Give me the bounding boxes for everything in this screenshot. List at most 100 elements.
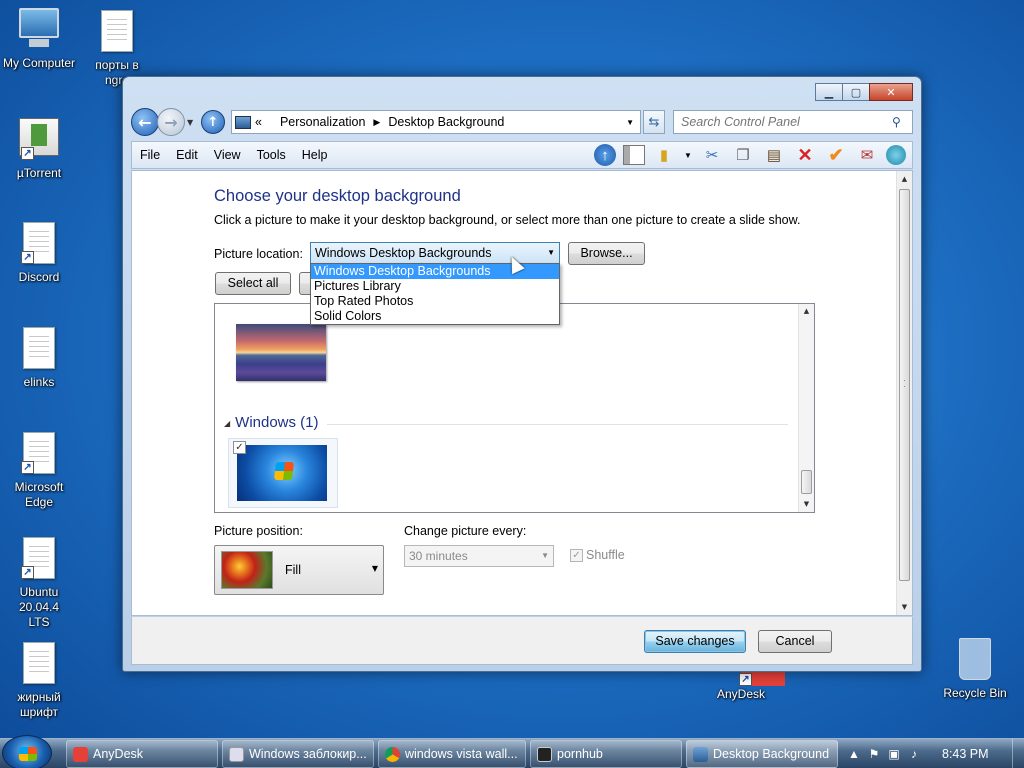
scroll-up-icon[interactable]: ▲ [799,304,814,319]
picture-location-select[interactable]: Windows Desktop Backgrounds ▼ [310,242,560,264]
address-dropdown-icon[interactable]: ▼ [626,118,634,127]
checkbox-box[interactable]: ✓ [570,548,583,562]
favorites-icon[interactable]: ▮ [652,144,676,166]
desktop-icon-bold-font[interactable]: жирный шрифт [0,642,81,720]
chevron-down-icon: ▼ [541,551,549,560]
show-desktop-button[interactable] [1012,739,1024,768]
desktop-icon-label: AnyDesk [716,687,766,701]
taskbar-item-label: Desktop Background [713,747,830,761]
taskbar-item-windows-blocked[interactable]: Windows заблокир... [222,740,374,768]
menu-tools[interactable]: Tools [249,148,294,162]
browse-button[interactable]: Browse... [568,242,645,265]
desktop-icon-utorrent[interactable]: ↗ µTorrent [0,118,81,181]
scroll-down-icon[interactable]: ▼ [897,599,912,615]
select-all-button[interactable]: Select all [215,272,291,295]
wallpaper-checkbox[interactable]: ✓ [233,441,246,454]
minimize-button[interactable]: ▁ [815,83,843,101]
menu-help[interactable]: Help [294,148,336,162]
menu-view[interactable]: View [206,148,249,162]
desktop-icon-my-computer[interactable]: My Computer [0,8,81,71]
taskbar-item-label: Windows заблокир... [249,747,367,761]
content-scroll-thumb[interactable] [899,189,910,581]
desktop-icon-microsoft-edge[interactable]: ↗ Microsoft Edge [0,432,81,510]
shortcut-arrow-icon: ↗ [21,566,34,579]
maximize-button[interactable]: ▢ [842,83,870,101]
breadcrumb-desktop-background[interactable]: Desktop Background [388,115,504,129]
wallpaper-thumbnail-landscape[interactable] [236,324,326,381]
volume-icon[interactable]: ♪ [904,747,924,761]
collapse-triangle-icon[interactable]: ◢ [224,419,230,428]
page-title: Choose your desktop background [214,187,461,205]
copy-icon[interactable]: ❐ [731,144,755,166]
gallery-scrollbar[interactable]: ▲ ▼ [798,304,814,512]
recent-pages-chevron-icon[interactable]: ▼ [187,118,199,127]
taskbar-item-pornhub[interactable]: pornhub [530,740,682,768]
file-shortcut-icon: ↗ [19,432,59,476]
pane-icon[interactable] [623,145,645,165]
network-icon[interactable] [886,145,906,165]
delete-icon[interactable]: ✕ [793,144,817,166]
network-icon[interactable]: ▣ [884,747,904,761]
taskbar-item-desktop-background[interactable]: Desktop Background [686,740,838,768]
start-button[interactable] [2,735,52,768]
save-changes-button[interactable]: Save changes [644,630,746,653]
content-scrollbar[interactable]: ▲ ▼ [896,171,912,615]
desktop-icon-anydesk[interactable]: ↗ AnyDesk [699,672,785,702]
back-button[interactable]: ← [131,108,159,136]
shortcut-arrow-icon: ↗ [21,251,34,264]
taskbar-item-label: pornhub [557,747,603,761]
picture-position-select[interactable]: Fill ▼ [214,545,384,595]
breadcrumb-root-chevron[interactable]: « [255,115,262,129]
dropdown-option-pictures-library[interactable]: Pictures Library [311,279,559,294]
close-button[interactable]: ✕ [869,83,913,101]
scroll-up-icon[interactable]: ▲ [897,171,912,187]
up-button[interactable]: ↑ [201,110,225,134]
search-icon[interactable]: ⚲ [892,115,912,129]
shuffle-checkbox[interactable]: ✓ Shuffle [570,548,625,562]
search-box: ⚲ [673,110,913,134]
picture-position-label: Picture position: [214,524,303,538]
search-input[interactable] [674,115,892,129]
desktop-icon-label: My Computer [2,56,76,70]
desktop-icon-elinks[interactable]: elinks [0,327,81,390]
address-bar[interactable]: « Personalization ▶ Desktop Background ▼ [231,110,641,134]
favorites-dropdown-icon[interactable]: ▼ [683,144,693,166]
taskbar-item-chrome[interactable]: windows vista wall... [378,740,526,768]
breadcrumb-personalization[interactable]: Personalization [280,115,365,129]
cancel-button[interactable]: Cancel [758,630,832,653]
wallpaper-thumbnail-windows[interactable] [237,445,327,501]
group-header-windows[interactable]: ◢ Windows (1) [224,414,319,431]
shortcut-arrow-icon: ↗ [21,461,34,474]
paste-icon[interactable]: ▤ [762,144,786,166]
refresh-button[interactable]: ⇆ [643,110,665,134]
notepad-icon [229,747,244,762]
cut-icon[interactable]: ✂ [700,144,724,166]
dropdown-option-solid-colors[interactable]: Solid Colors [311,309,559,324]
shortcut-arrow-icon: ↗ [739,673,752,686]
menu-file[interactable]: File [132,148,168,162]
scroll-down-icon[interactable]: ▼ [799,497,814,512]
action-center-icon[interactable]: ⚑ [864,747,884,761]
taskbar-item-anydesk[interactable]: AnyDesk [66,740,218,768]
address-row: ← → ▼ ↑ « Personalization ▶ Desktop Back… [131,107,913,137]
recycle-bin-icon [955,638,995,682]
up-arrow-icon[interactable]: ↑ [594,144,616,166]
text-file-icon [19,642,59,686]
forward-button[interactable]: → [157,108,185,136]
wallpaper-tile-windows[interactable]: ✓ [228,438,338,508]
desktop-icon-recycle-bin[interactable]: Recycle Bin [933,638,1017,701]
checkmark-icon[interactable]: ✔ [824,144,848,166]
clock[interactable]: 8:43 PM [942,747,989,761]
gallery-scroll-thumb[interactable] [801,470,812,494]
breadcrumb-separator-icon[interactable]: ▶ [373,117,380,128]
desktop-icon-ubuntu[interactable]: ↗ Ubuntu 20.04.4 LTS [0,537,81,630]
chevron-down-icon: ▼ [547,248,555,257]
show-hidden-icons-icon[interactable]: ▲ [844,747,864,761]
dropdown-option-top-rated-photos[interactable]: Top Rated Photos [311,294,559,309]
desktop-icon-discord[interactable]: ↗ Discord [0,222,81,285]
properties-icon[interactable]: ✉ [855,144,879,166]
menu-edit[interactable]: Edit [168,148,206,162]
toolbar: ↑ ▮ ▼ ✂ ❐ ▤ ✕ ✔ ✉ [594,144,912,166]
change-picture-select[interactable]: 30 minutes ▼ [404,545,554,567]
picture-gallery: ◢ Windows (1) ✓ ▲ ▼ [214,303,815,513]
